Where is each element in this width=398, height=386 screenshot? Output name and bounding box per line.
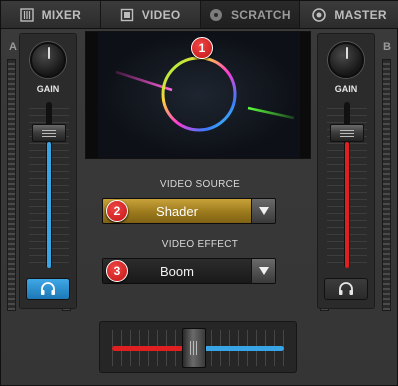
tab-mixer[interactable]: MIXER (1, 1, 101, 28)
tab-master[interactable]: MASTER (300, 1, 398, 28)
video-effect-dropdown[interactable]: Boom (102, 258, 276, 284)
deck-b-headphone-cue-button[interactable] (324, 278, 368, 300)
deck-b-gain-knob[interactable] (328, 42, 364, 78)
deck-a-volume-level (47, 142, 51, 268)
deck-b-fader-handle[interactable] (330, 124, 364, 142)
video-mixer-panel: MIXER VIDEO SCRATCH MASTER A B GAIN GAIN… (0, 0, 398, 386)
deck-a-gain-knob[interactable] (30, 42, 66, 78)
deck-a-volume-fader[interactable] (29, 102, 69, 268)
tab-video[interactable]: VIDEO (100, 1, 201, 28)
tab-video-label: VIDEO (141, 7, 181, 22)
deck-a-fader-handle[interactable] (32, 124, 66, 142)
deck-b-label: B (383, 41, 391, 53)
tab-scratch[interactable]: SCRATCH (200, 1, 301, 28)
deck-a-headphone-cue-button[interactable] (26, 278, 70, 300)
deck-b-gain-label: GAIN (334, 84, 358, 94)
scratch-icon (209, 8, 223, 22)
headphones-icon (339, 282, 353, 295)
video-source-dropdown-arrow[interactable] (251, 199, 275, 223)
callout-badge-2: 2 (106, 200, 128, 222)
deck-b-vu-meter (382, 59, 391, 311)
master-icon (312, 7, 327, 22)
headphones-icon (41, 282, 55, 295)
deck-b-volume-level (345, 142, 349, 268)
tab-mixer-label: MIXER (41, 7, 82, 22)
tab-scratch-label: SCRATCH (230, 7, 291, 22)
chevron-down-icon (258, 207, 269, 215)
deck-b-volume-fader[interactable] (327, 102, 367, 268)
video-crossfader[interactable] (99, 321, 297, 373)
video-icon (120, 8, 134, 22)
video-effect-dropdown-arrow[interactable] (251, 259, 275, 283)
video-source-label: VIDEO SOURCE (159, 179, 241, 190)
deck-a-vu-meter (7, 59, 16, 311)
deck-a-gain-label: GAIN (36, 84, 60, 94)
callout-badge-1: 1 (191, 37, 213, 59)
deck-b-channel-strip: GAIN (317, 33, 375, 309)
deck-a-channel-strip: GAIN (19, 33, 77, 309)
tab-master-label: MASTER (334, 7, 387, 22)
crossfader-deck-b-level (194, 346, 284, 351)
chevron-down-icon (258, 267, 269, 275)
tab-bar: MIXER VIDEO SCRATCH MASTER (1, 1, 398, 29)
video-source-dropdown[interactable]: Shader (102, 198, 276, 224)
deck-a-label: A (9, 41, 17, 53)
callout-badge-3: 3 (106, 260, 128, 282)
video-effect-label: VIDEO EFFECT (161, 239, 239, 250)
mixer-icon (19, 7, 34, 22)
crossfader-handle[interactable] (182, 328, 206, 368)
